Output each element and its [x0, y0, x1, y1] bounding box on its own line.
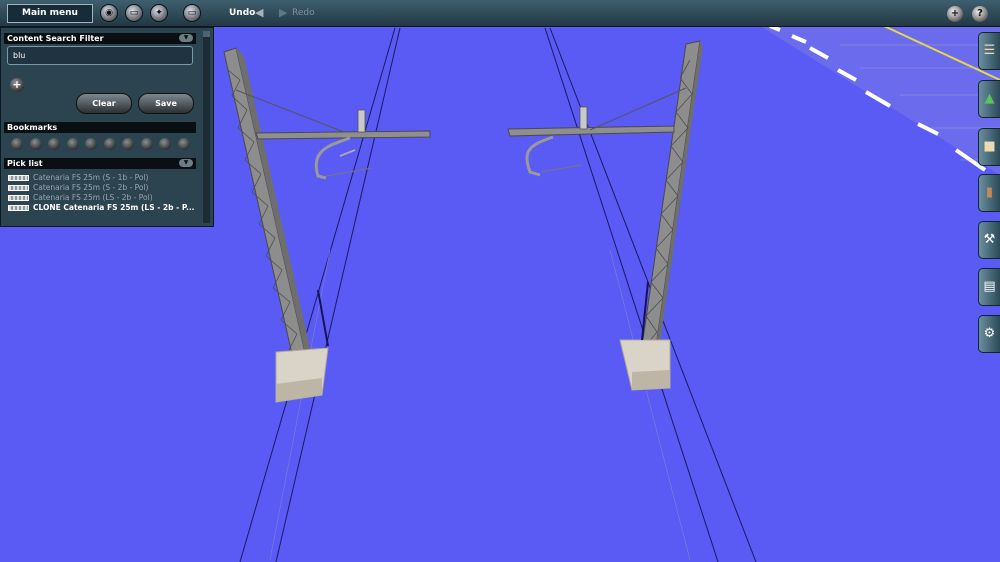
add-icon[interactable]: + [947, 6, 963, 22]
bookmark-slot-3[interactable] [48, 138, 60, 150]
list-item-label: Catenaria FS 25m (LS - 2b - Pol) [33, 193, 153, 202]
trash-icon[interactable]: ▭ [126, 5, 142, 21]
list-item[interactable]: Catenaria FS 25m (LS - 2b - Pol) [5, 193, 197, 203]
top-toolbar: Main menu ◉ ▭ ✦ ▭ Undo ◀ ▶ Redo + ? [0, 0, 1000, 27]
clear-button[interactable]: Clear [76, 93, 132, 114]
pick-list: Catenaria FS 25m (S - 1b - Pol) Catenari… [5, 173, 197, 225]
asset-thumbnail-icon [8, 195, 29, 201]
undo-arrow-icon[interactable]: ◀ [255, 6, 263, 19]
main-menu-button[interactable]: Main menu [7, 4, 93, 23]
asset-thumbnail-icon [8, 185, 29, 191]
bookmark-slot-10[interactable] [178, 138, 190, 150]
content-search-filter-title: Content Search Filter [7, 34, 104, 43]
bookmark-slot-4[interactable] [67, 138, 79, 150]
list-item-label: Catenaria FS 25m (S - 2b - Pol) [33, 183, 149, 192]
chevron-down-icon[interactable]: ▼ [179, 34, 193, 42]
asset-thumbnail-icon [8, 205, 29, 211]
redo-button: Redo [292, 8, 315, 18]
save-button[interactable]: Save [138, 93, 194, 114]
bookmark-slot-6[interactable] [104, 138, 116, 150]
content-search-filter-header: Content Search Filter ▼ [4, 33, 196, 44]
steering-wheel-icon[interactable]: ✦ [151, 5, 167, 21]
bookmarks-header: Bookmarks [4, 122, 196, 133]
bookmark-slot-9[interactable] [159, 138, 171, 150]
list-item-label: Catenaria FS 25m (S - 1b - Pol) [33, 173, 149, 182]
bookmark-slot-8[interactable] [141, 138, 153, 150]
add-filter-icon[interactable]: + [10, 78, 24, 92]
bookmark-slot-7[interactable] [122, 138, 134, 150]
list-item[interactable]: Catenaria FS 25m (S - 2b - Pol) [5, 183, 197, 193]
pick-list-header: Pick list ▼ [4, 158, 196, 169]
settings-icon[interactable]: ⚙ [978, 315, 1000, 353]
asset-thumbnail-icon [8, 175, 29, 181]
wrench-icon[interactable]: ⚒ [978, 221, 1000, 259]
list-item-label: CLONE Catenaria FS 25m (LS - 2b - P... [33, 203, 195, 212]
help-icon[interactable]: ? [972, 6, 988, 22]
layers-icon[interactable]: ▤ [978, 268, 1000, 306]
list-item[interactable]: Catenaria FS 25m (S - 1b - Pol) [5, 173, 197, 183]
building-icon[interactable]: ■ [978, 128, 1000, 166]
bookmarks-title: Bookmarks [7, 123, 58, 132]
undo-button[interactable]: Undo [229, 8, 255, 18]
content-panel: Content Search Filter ▼ blu + Clear Save… [0, 27, 214, 227]
list-item-selected[interactable]: CLONE Catenaria FS 25m (LS - 2b - P... [5, 203, 197, 213]
chevron-down-icon[interactable]: ▼ [179, 159, 193, 167]
globe-icon[interactable]: ◉ [101, 5, 117, 21]
redo-arrow-icon: ▶ [279, 6, 288, 19]
bookmark-slot-5[interactable] [85, 138, 97, 150]
delete-icon[interactable]: ▭ [184, 5, 200, 21]
rolling-stock-icon[interactable]: ▮ [978, 174, 1000, 212]
bookmark-slot-1[interactable] [11, 138, 23, 150]
search-input[interactable]: blu [7, 46, 193, 65]
panel-scrollbar[interactable] [203, 31, 210, 223]
pick-list-title: Pick list [7, 159, 43, 168]
rail-track-icon[interactable]: ☰ [978, 32, 1000, 70]
tree-icon[interactable]: ▲ [978, 80, 1000, 118]
bookmark-slot-2[interactable] [30, 138, 42, 150]
